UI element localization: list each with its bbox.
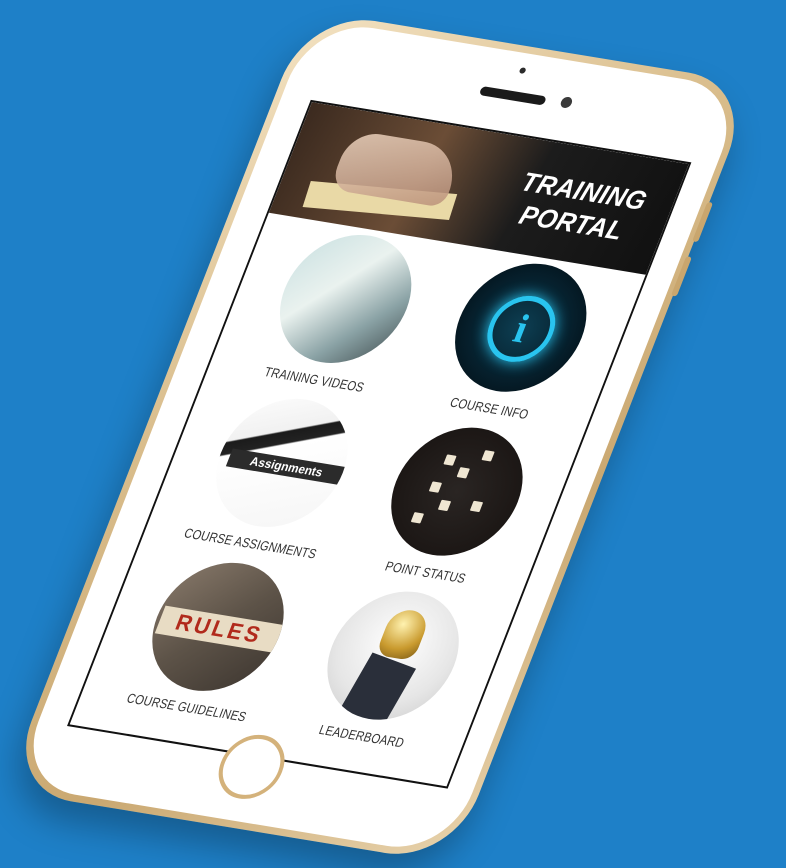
rules-image: RULES [132,553,304,701]
phone-face: TRAINING PORTAL TRAINING VIDEOS i COURSE… [13,18,747,856]
rules-image-text: RULES [154,605,284,653]
banner-title: TRAINING PORTAL [504,165,652,248]
letter-tile [456,467,470,479]
letter-tile [437,499,452,512]
scattered-tiles-image [371,418,543,565]
assignments-image: Assignments [196,389,368,537]
phone-mockup: TRAINING PORTAL TRAINING VIDEOS i COURSE… [0,0,786,868]
info-image: i [435,254,607,401]
laptop-desk-image [260,225,432,373]
letter-tile [481,450,495,462]
info-icon: i [477,291,566,367]
tile-label: LEADERBOARD [316,721,407,751]
letter-tile [428,481,443,493]
letter-tile [469,500,484,513]
assignments-image-text: Assignments [225,448,347,486]
earpiece-speaker [478,85,547,106]
tile-label: COURSE GUIDELINES [124,690,249,725]
arm-graphic [334,652,417,729]
phone-body: TRAINING PORTAL TRAINING VIDEOS i COURSE… [4,10,756,864]
front-camera [559,96,574,109]
trophy-icon [375,607,432,662]
letter-tile [443,454,457,466]
sensor-dot [518,67,527,74]
letter-tile [410,512,425,524]
app-screen: TRAINING PORTAL TRAINING VIDEOS i COURSE… [67,99,692,789]
trophy-image [307,582,479,729]
